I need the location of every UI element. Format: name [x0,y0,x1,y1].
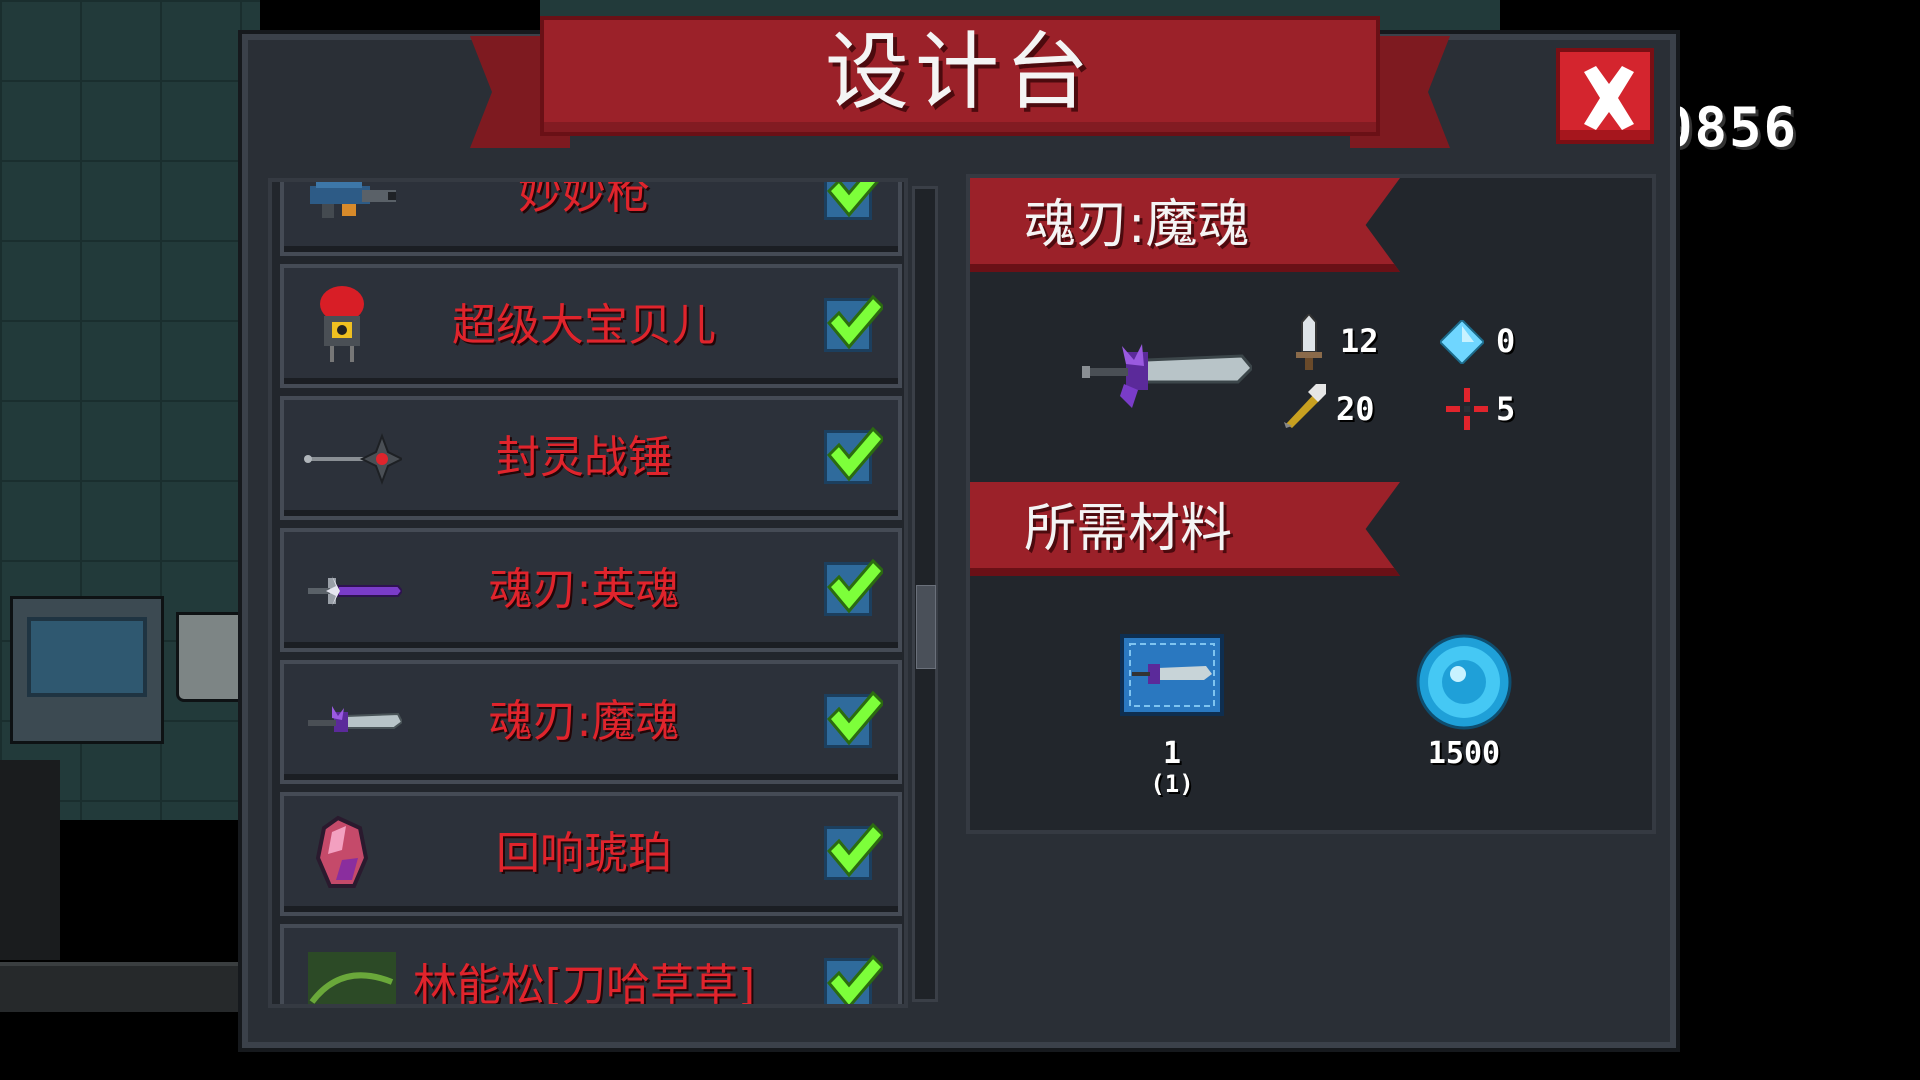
green-plant-icon [308,952,396,1004]
selected-item-title: 魂刃:魔魂 [1024,195,1250,255]
list-item[interactable]: 封灵战锤 [280,396,902,520]
gem-coin-icon [1416,634,1512,730]
title-banner: 设计台 [470,8,1450,150]
checkmark-icon [826,822,883,878]
accuracy-icon [1446,388,1488,430]
list-scrollbar[interactable] [912,186,938,1002]
purple-sword-icon [308,576,402,606]
blueprint-count: 1 [1162,736,1182,771]
blueprint-owned: (1) [1150,770,1194,798]
crit-icon [1284,384,1326,428]
window-title: 设计台 [824,23,1095,121]
item-list[interactable]: 妙妙枪 超级大宝贝儿 封灵战锤 魂刃:英魂 魂刃:魔魂 回响琥珀 林能松[刀哈草… [268,178,908,1008]
background-sink [176,612,246,702]
item-name: 回响琥珀 [496,828,672,879]
item-name: 林能松[刀哈草草] [412,960,756,1008]
amber-gem-icon [315,815,369,888]
item-name: 封灵战锤 [496,432,672,483]
selected-item-icon [1082,344,1252,408]
checkmark-icon [826,182,880,218]
energy-value: 0 [1496,322,1516,360]
checkmark-icon [826,558,883,614]
item-name: 魂刃:英魂 [488,564,680,615]
blueprint-icon [1120,634,1224,716]
list-item[interactable]: 林能松[刀哈草草] [280,924,902,1008]
checkbox [824,426,883,484]
spiked-hammer-icon [304,433,402,485]
close-icon [1584,66,1634,130]
gun-icon [310,182,396,218]
background-wall [0,760,60,960]
close-button[interactable] [1556,48,1654,144]
checkmark-icon [826,294,883,350]
item-detail-panel: 魂刃:魔魂 12 0 20 5 所需材料 1 (1) 1500 [966,174,1656,834]
checkbox [824,690,883,748]
accuracy-value: 5 [1496,390,1516,428]
checkmark-icon [826,426,883,482]
list-item[interactable]: 妙妙枪 [280,178,902,256]
list-item[interactable]: 魂刃:英魂 [280,528,902,652]
list-item[interactable]: 超级大宝贝儿 [280,264,902,388]
nuke-bot-icon [320,286,364,362]
item-name: 超级大宝贝儿 [452,300,716,351]
background-monitor [10,596,164,744]
checkbox [824,558,883,616]
gem-cost: 1500 [1427,736,1501,771]
checkmark-icon [826,690,883,746]
list-item[interactable]: 回响琥珀 [280,792,902,916]
materials-title: 所需材料 [1024,499,1233,559]
soul-blade-icon [308,706,402,732]
damage-icon [1296,314,1322,370]
crit-value: 20 [1336,390,1375,428]
checkbox [824,822,883,880]
list-item[interactable]: 魂刃:魔魂 [280,660,902,784]
checkbox [824,954,883,1004]
item-name: 妙妙枪 [518,178,650,219]
energy-icon [1440,320,1484,364]
scrollbar-thumb[interactable] [916,585,936,669]
coin-counter: 0856 [1660,96,1799,159]
checkbox [824,182,880,220]
damage-value: 12 [1340,322,1379,360]
item-name: 魂刃:魔魂 [488,696,680,747]
checkmark-icon [826,954,883,1004]
background-ledge [0,962,250,1012]
checkbox [824,294,883,352]
